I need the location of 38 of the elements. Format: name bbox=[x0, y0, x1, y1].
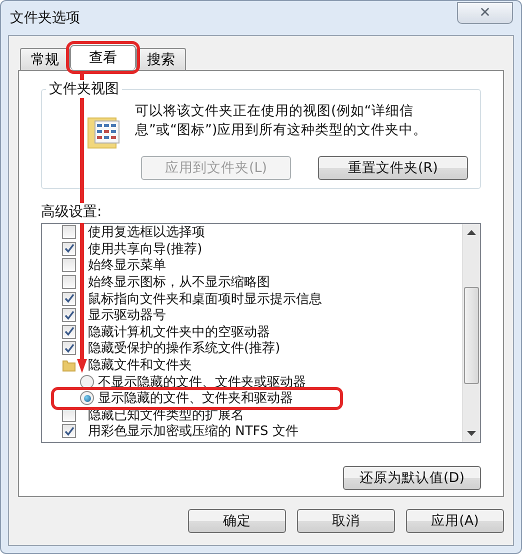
checkbox[interactable] bbox=[62, 292, 76, 306]
setting-label: 隐藏文件和文件夹 bbox=[88, 357, 192, 374]
checkbox[interactable] bbox=[62, 242, 76, 256]
setting-label: 显示隐藏的文件、文件夹和驱动器 bbox=[98, 390, 293, 408]
setting-label: 用彩色显示加密或压缩的 NTFS 文件 bbox=[88, 423, 298, 440]
setting-label: 始终显示图标，从不显示缩略图 bbox=[88, 274, 270, 292]
scroll-thumb[interactable] bbox=[464, 287, 479, 384]
setting-label: 始终显示菜单 bbox=[88, 257, 166, 274]
setting-label: 使用共享向导(推荐) bbox=[88, 240, 202, 258]
group-title: 文件夹视图 bbox=[46, 80, 122, 98]
checkbox[interactable] bbox=[62, 308, 76, 322]
scroll-down-icon[interactable] bbox=[467, 431, 476, 436]
radio-button[interactable] bbox=[80, 374, 94, 389]
checkbox[interactable] bbox=[62, 258, 76, 272]
scroll-up-icon[interactable] bbox=[467, 230, 476, 235]
setting-label: 显示驱动器号 bbox=[88, 307, 166, 324]
checkbox[interactable] bbox=[62, 225, 76, 240]
radio-button[interactable] bbox=[80, 391, 94, 406]
setting-label: 隐藏受保护的操作系统文件(推荐) bbox=[88, 340, 280, 358]
folder-button[interactable]: 重置文件夹(R) bbox=[318, 156, 468, 180]
dialog-button[interactable]: 应用(A) bbox=[406, 509, 504, 533]
dialog-button[interactable]: 确定 bbox=[188, 509, 286, 533]
scrollbar[interactable] bbox=[462, 224, 480, 442]
close-button[interactable]: ✕ bbox=[457, 2, 513, 24]
setting-label: 鼠标指向文件夹和桌面项时显示提示信息 bbox=[88, 290, 322, 308]
folder-icon bbox=[62, 358, 76, 372]
setting-label: 使用复选框以选择项 bbox=[88, 224, 205, 242]
tab[interactable]: 搜索 bbox=[136, 48, 186, 70]
tab[interactable]: 常规 bbox=[20, 48, 70, 70]
window-title: 文件夹选项 bbox=[10, 9, 80, 27]
dialog-button[interactable]: 取消 bbox=[297, 509, 395, 533]
checkbox[interactable] bbox=[62, 424, 76, 438]
description-text: 可以将该文件夹正在使用的视图(例如“详细信息”或“图标”)应用到所有这种类型的文件夹中。 bbox=[135, 102, 428, 140]
setting-label: 隐藏计算机文件夹中的空驱动器 bbox=[88, 324, 270, 341]
checkbox[interactable] bbox=[62, 275, 76, 290]
checkbox[interactable] bbox=[62, 341, 76, 356]
restore-defaults-button[interactable]: 还原为默认值(D) bbox=[343, 466, 481, 490]
checkbox[interactable] bbox=[62, 324, 76, 339]
